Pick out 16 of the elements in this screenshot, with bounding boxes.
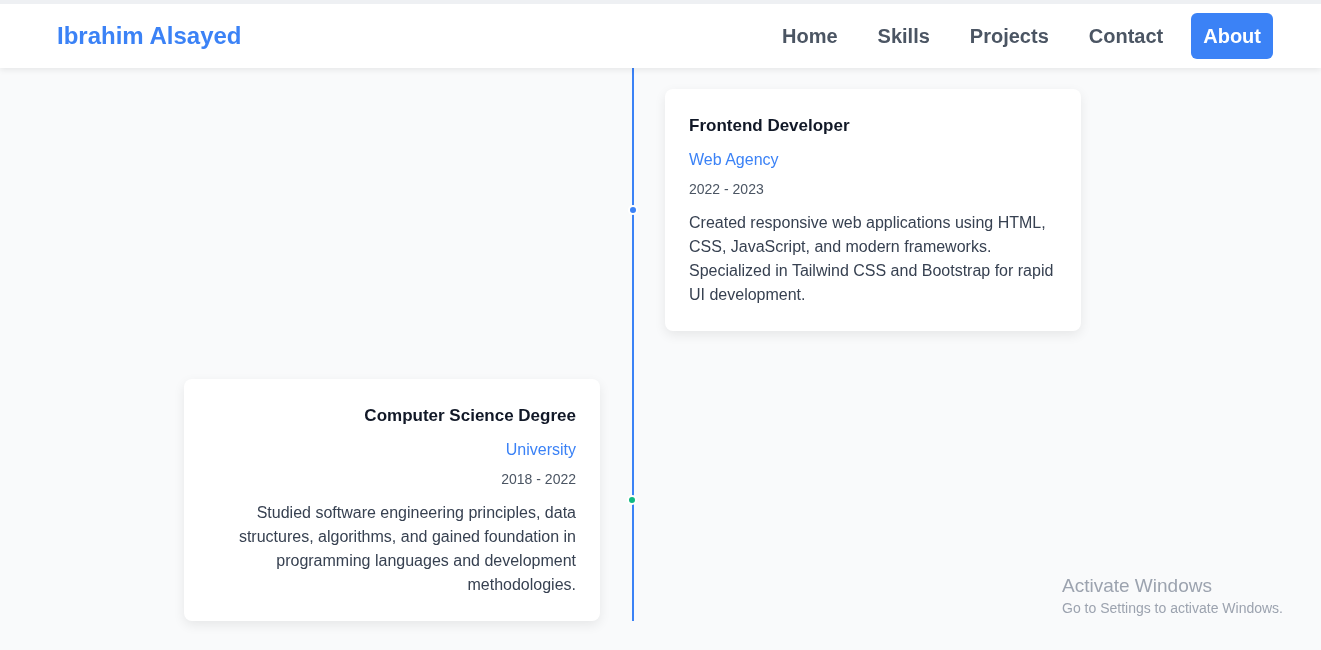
activation-title: Activate Windows — [1062, 574, 1213, 598]
nav-link[interactable]: About — [1191, 13, 1273, 59]
nav-link[interactable]: Skills — [865, 13, 942, 59]
site-logo[interactable]: Ibrahim Alsayed — [57, 18, 242, 54]
nav-link[interactable]: Projects — [957, 13, 1061, 59]
nav-link[interactable]: Home — [770, 13, 850, 59]
timeline-dates: 2022 - 2023 — [689, 180, 765, 199]
timeline-dates: 2018 - 2022 — [500, 470, 576, 489]
timeline-title: Frontend Developer — [689, 115, 851, 137]
timeline-organization: University — [504, 440, 576, 460]
timeline-organization: Web Agency — [689, 150, 780, 170]
timeline-description: Studied software engineering principles, data structures, algorithms, and gained foundation in programming languages and development methodologies. — [237, 503, 576, 595]
timeline-description: Created responsive web applications using HTML, CSS, JavaScript, and modern frameworks. Specialized in Tailwind CSS and Bootstrap for rapid UI development. — [689, 213, 1055, 305]
activation-subtitle: Go to Settings to activate Windows. — [1062, 599, 1283, 618]
timeline-title: Computer Science Degree — [363, 405, 576, 427]
nav-link[interactable]: Contact — [1076, 13, 1176, 59]
